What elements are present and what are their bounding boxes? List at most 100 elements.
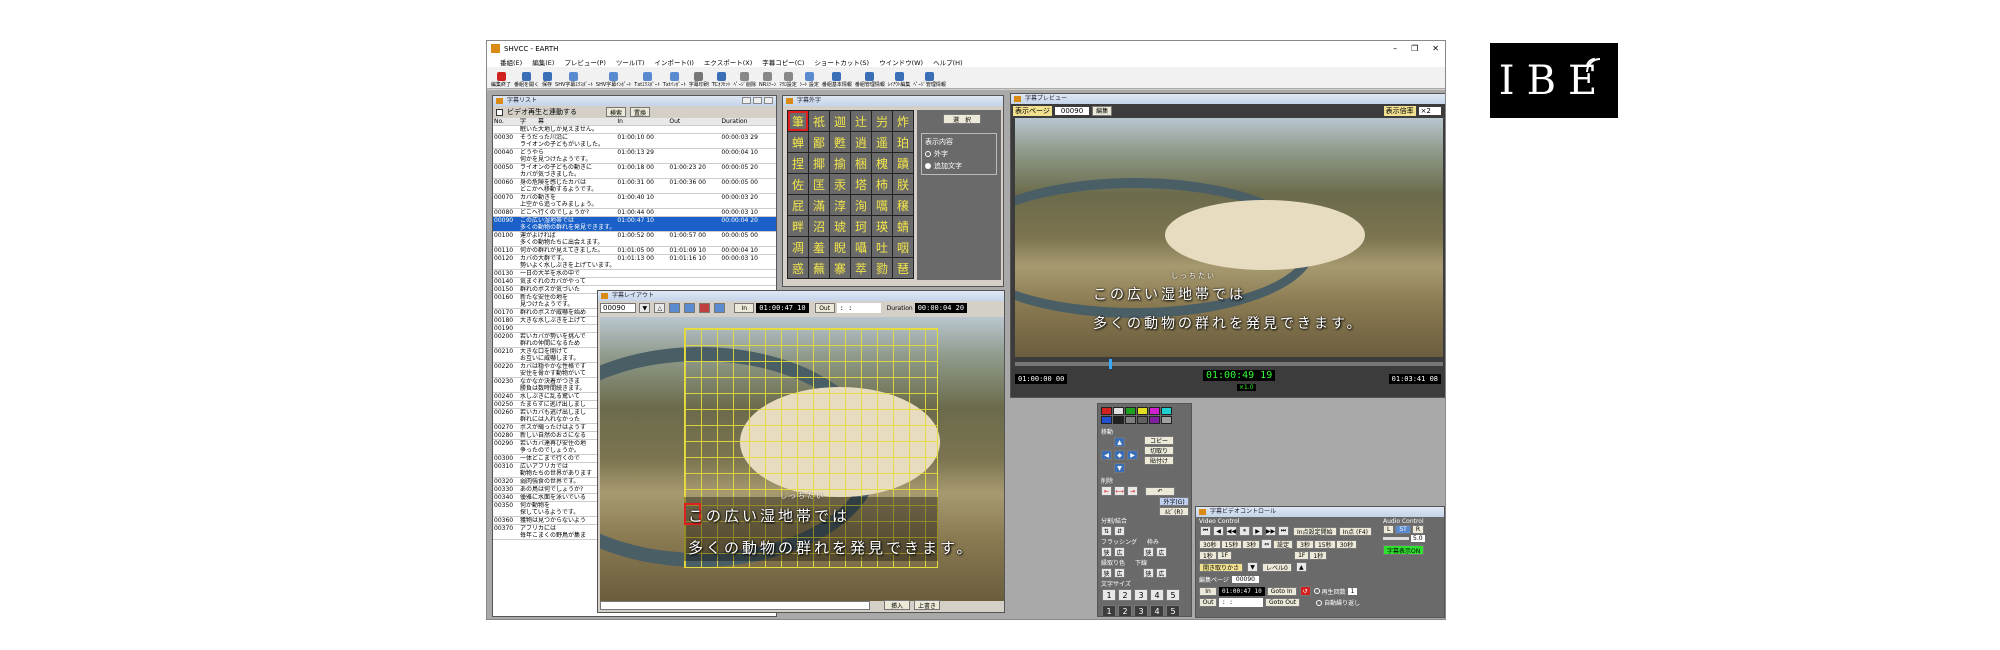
menu-edit[interactable]: 編集(E) — [527, 57, 559, 67]
char-cell[interactable]: 珀 — [893, 132, 913, 152]
char-cell[interactable]: 琥 — [830, 216, 850, 236]
menu-program[interactable]: 番組(E) — [495, 57, 527, 67]
toolbar-button[interactable]: 字幕印刷 — [689, 72, 709, 88]
listen-button[interactable]: 開き取りかさ — [1199, 562, 1244, 572]
audio-l-button[interactable]: L — [1383, 525, 1395, 534]
menu-help[interactable]: ヘルプ(H) — [928, 57, 967, 67]
color-swatch[interactable] — [1161, 407, 1172, 415]
char-cell[interactable]: 穣 — [893, 195, 913, 215]
layout-in-tc[interactable]: 01:00:47 10 — [756, 303, 809, 313]
char-cell[interactable]: 汞 — [830, 174, 850, 194]
repeat-count[interactable]: 1 — [1347, 587, 1358, 595]
char-cell[interactable]: 萃 — [851, 258, 871, 278]
volume-slider[interactable] — [1383, 537, 1409, 540]
menu-import[interactable]: インポート(I) — [649, 57, 699, 67]
panel-close-button[interactable] — [764, 97, 773, 104]
edit-page-value[interactable]: 00090 — [1231, 576, 1259, 583]
menu-preview[interactable]: プレビュー(P) — [559, 57, 611, 67]
goto-out-button[interactable]: Goto Out — [1265, 598, 1301, 607]
size-button[interactable]: 2 — [1118, 605, 1132, 616]
color-swatch[interactable] — [1161, 416, 1172, 424]
frame-wide-button[interactable]: 広 — [1155, 547, 1167, 557]
link-video-checkbox[interactable] — [496, 108, 503, 116]
maximize-button[interactable]: ❐ — [1411, 41, 1418, 56]
level-down-icon[interactable]: ▼ — [1247, 562, 1259, 572]
char-cell[interactable]: 匡 — [809, 174, 829, 194]
step-fwd-3-button[interactable]: 3秒 — [1296, 539, 1314, 549]
char-cell[interactable]: 朕 — [893, 174, 913, 194]
move-left-icon[interactable]: ◀ — [1101, 450, 1112, 460]
step-fwd-15-button[interactable]: 15秒 — [1313, 539, 1336, 549]
seek-handle[interactable] — [1109, 359, 1113, 369]
char-cell[interactable]: 甦 — [830, 132, 850, 152]
move-center-icon[interactable]: ◆ — [1114, 450, 1125, 460]
in-start-button[interactable]: In点設定開始 — [1293, 526, 1337, 536]
char-cell[interactable]: 佐 — [788, 174, 808, 194]
vc-in-tc[interactable]: 01:00:47 10 — [1219, 586, 1265, 596]
char-cell[interactable]: 祇 — [809, 111, 829, 131]
seek-bar[interactable] — [1015, 359, 1443, 369]
char-cell[interactable]: 梱 — [851, 153, 871, 173]
toolbar-button[interactable]: ﾚｲｱｳﾄ編集 — [888, 72, 910, 88]
split-icon[interactable]: ⇅ — [1101, 526, 1112, 536]
table-row[interactable]: 00050 ライオンの子どもの動きに カバが気づきました。 01:00:18 00 0… — [493, 163, 776, 179]
toolbar-button[interactable]: ﾍﾟｰｼﾞ管理情報 — [913, 72, 946, 88]
replace-button[interactable]: 置換 — [630, 107, 651, 117]
toolbar-button[interactable]: SHV字幕ｲﾝﾎﾟｰﾄ — [596, 72, 631, 88]
col-out[interactable]: Out — [668, 118, 721, 126]
char-cell[interactable]: 屶 — [872, 111, 892, 131]
size-button[interactable]: 3 — [1134, 605, 1148, 616]
char-cell[interactable]: 塔 — [851, 174, 871, 194]
level-zero-button[interactable]: レベル0 — [1262, 562, 1292, 572]
layout-out-button[interactable]: Out — [814, 303, 835, 313]
delete-left-icon[interactable]: ⇤ — [1101, 486, 1112, 496]
char-cell[interactable]: 迦 — [830, 111, 850, 131]
close-button[interactable]: ✕ — [1432, 41, 1439, 56]
cut-button[interactable]: 切取り — [1144, 446, 1174, 455]
char-cell[interactable]: 寨 — [830, 258, 850, 278]
hide-button[interactable]: 外字(G) — [1159, 497, 1189, 506]
auto-repeat-radio[interactable] — [1316, 599, 1323, 606]
toolbar-button[interactable]: ﾏｸﾛ設定 — [779, 72, 797, 88]
char-cell[interactable]: 蜻 — [893, 216, 913, 236]
low-wide-button[interactable]: 広 — [1155, 568, 1167, 578]
toolbar-button[interactable]: 保存 — [542, 72, 552, 88]
delete-mid-icon[interactable]: ⟷ — [1114, 486, 1125, 496]
char-cell[interactable]: 羞 — [809, 237, 829, 257]
table-row[interactable]: 00110 何かの群れが見えてきました。 01:01:05 00 01:01:09 1… — [493, 246, 776, 255]
char-cell[interactable]: 槐 — [872, 153, 892, 173]
pause-icon[interactable]: ⏸ — [1239, 526, 1250, 536]
table-row[interactable]: 00070 カバの動きを 上空から追ってみましょう。 01:00:40 10 00:0… — [493, 193, 776, 209]
panel-max-button[interactable] — [753, 97, 762, 104]
color-swatch[interactable] — [1125, 407, 1136, 415]
layout-input-field[interactable] — [600, 600, 870, 610]
audio-st-button[interactable]: ST — [1395, 525, 1411, 534]
vc-out-button[interactable]: Out — [1199, 598, 1217, 607]
layout-out-tc[interactable]: : : — [836, 303, 881, 313]
layout-in-button[interactable]: In — [734, 303, 755, 313]
layout-tool-1-icon[interactable] — [669, 303, 681, 313]
display-page-value[interactable]: 00090 — [1054, 106, 1090, 115]
col-in[interactable]: In — [616, 118, 669, 126]
col-duration[interactable]: Duration — [720, 118, 776, 126]
char-cell[interactable]: 柿 — [872, 174, 892, 194]
menu-tools[interactable]: ツール(T) — [611, 57, 650, 67]
char-cell[interactable]: 咽 — [893, 237, 913, 257]
color-swatch[interactable] — [1113, 416, 1124, 424]
char-cell[interactable]: 勠 — [872, 258, 892, 278]
char-cell[interactable]: 揄 — [830, 153, 850, 173]
color-swatch[interactable] — [1113, 407, 1124, 415]
undo-red-icon[interactable]: ↺ — [1299, 586, 1311, 596]
up-arrow-icon[interactable]: △ — [654, 303, 666, 313]
col-no[interactable]: No. — [493, 118, 519, 126]
table-row[interactable]: 00090 この広い湿地帯では 多くの動物の群れを発見できます。 01:00:47 … — [493, 216, 776, 232]
layout-tool-3-icon[interactable] — [699, 303, 711, 313]
char-cell[interactable]: 蝉 — [788, 132, 808, 152]
shape-wide-button[interactable]: 広 — [1114, 568, 1125, 578]
in-point-button[interactable]: In点 (F4) — [1338, 526, 1373, 536]
preview-edit-button[interactable]: 編集 — [1092, 105, 1113, 116]
menu-window[interactable]: ウインドウ(W) — [874, 57, 928, 67]
char-cell[interactable]: 淳 — [830, 195, 850, 215]
go-end-icon[interactable]: ⏭ — [1278, 526, 1289, 536]
layout-subtitle-line2[interactable]: 多くの動物の群れを発見できます。 — [688, 537, 975, 558]
